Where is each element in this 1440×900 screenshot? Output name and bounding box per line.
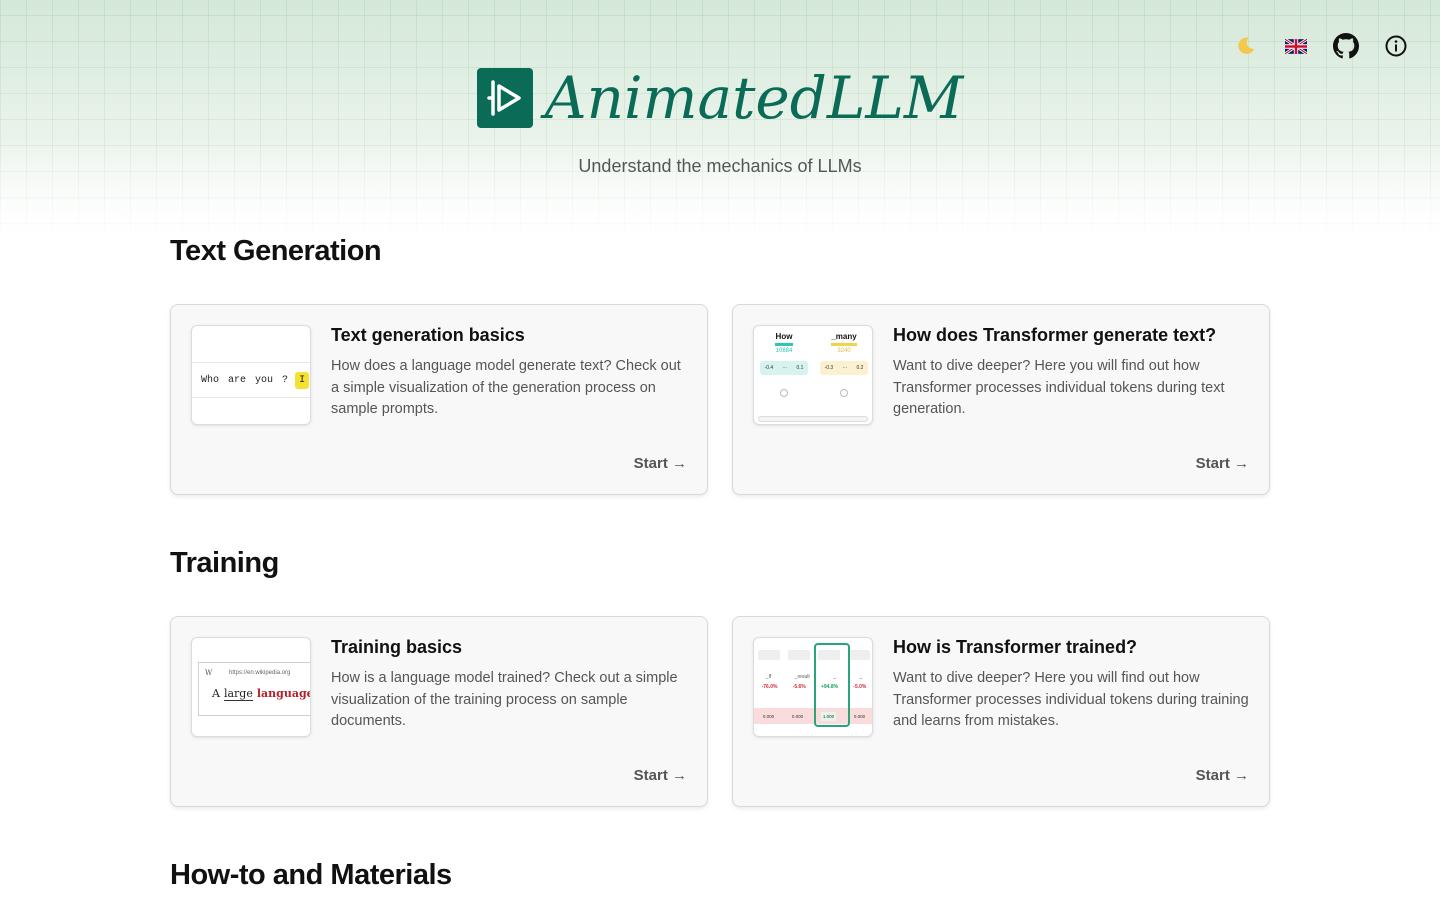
thumb-label: ··· — [842, 365, 848, 371]
thumb-token: you — [255, 375, 274, 386]
thumb-token-highlight: I — [295, 372, 310, 389]
card-transformer-generation[interactable]: How 10884 -0.4 ··· 0.1 _many 3240 -0.3 ·… — [732, 304, 1270, 495]
card-text-generation-basics[interactable]: Who are you ? I Text generation basics H… — [170, 304, 708, 495]
start-button[interactable]: Start → — [1196, 767, 1249, 784]
card-title: How is Transformer trained? — [893, 637, 1138, 657]
wikipedia-icon: W — [205, 669, 213, 677]
thumb-label: ··· — [782, 365, 788, 371]
thumb-token: _result — [794, 674, 810, 680]
thumb-label: How — [775, 332, 793, 341]
play-logo-icon — [476, 68, 533, 128]
thumb-label: -0.3 — [824, 365, 834, 371]
thumb-word: language — [256, 687, 311, 700]
thumb-token: are — [228, 375, 247, 386]
card-description: Want to dive deeper? Here you will find … — [893, 670, 1249, 729]
thumb-label: -0.4 — [764, 365, 774, 371]
thumb-url: https://en.wikipedia.org — [229, 670, 291, 676]
card-title: Training basics — [331, 637, 463, 657]
thumb-pct: -76.0% — [761, 684, 778, 690]
thumb-word: large — [223, 687, 253, 701]
thumb-label: 0.2 — [856, 365, 864, 371]
start-button[interactable]: Start → — [634, 455, 687, 472]
start-button[interactable]: Start → — [1196, 455, 1249, 472]
app-name: AnimatedLLM — [544, 64, 964, 132]
card-description: Want to dive deeper? Here you will find … — [893, 358, 1225, 417]
thumb-word: A — [212, 687, 220, 700]
thumb-label: 0.1 — [796, 365, 804, 371]
thumbnail-transformer-generation: How 10884 -0.4 ··· 0.1 _many 3240 -0.3 ·… — [753, 325, 873, 425]
tagline: Understand the mechanics of LLMs — [578, 156, 862, 176]
thumbnail-training: W https://en.wikipedia.org A large langu… — [191, 637, 311, 737]
thumb-label: 10884 — [775, 348, 793, 354]
start-button[interactable]: Start → — [634, 767, 687, 784]
thumb-token: ? — [282, 375, 289, 386]
card-transformer-training[interactable]: _If _result _ _ -76.0% -5.6% +94.8% -5.0… — [732, 616, 1270, 807]
thumbnail-transformer-training: _If _result _ _ -76.0% -5.6% +94.8% -5.0… — [753, 637, 873, 737]
thumb-pct: -5.6% — [792, 684, 806, 690]
thumb-pct: -5.0% — [853, 684, 867, 690]
moon-icon[interactable] — [1232, 30, 1260, 62]
top-actions — [1232, 30, 1410, 62]
logo[interactable]: AnimatedLLM — [0, 68, 1440, 128]
section-title-text-generation: Text Generation — [170, 235, 382, 267]
thumb-token: _ — [859, 674, 863, 680]
thumbnail-text-generation: Who are you ? I — [191, 325, 311, 425]
github-icon[interactable] — [1332, 30, 1360, 62]
card-training-basics[interactable]: W https://en.wikipedia.org A large langu… — [170, 616, 708, 807]
thumb-val: 0.000 — [791, 713, 804, 719]
card-description: How does a language model generate text?… — [331, 358, 681, 417]
thumb-token: Who — [201, 375, 220, 386]
section-title-how-to-materials: How-to and Materials — [170, 859, 452, 891]
uk-flag-icon[interactable] — [1282, 30, 1310, 62]
thumb-token: _If — [765, 674, 772, 680]
card-title: Text generation basics — [331, 325, 525, 345]
card-description: How is a language model trained? Check o… — [331, 670, 678, 729]
card-title: How does Transformer generate text? — [893, 325, 1217, 345]
thumb-val: 0.000 — [853, 713, 866, 719]
thumb-val: 0.000 — [762, 713, 775, 719]
section-title-training: Training — [170, 547, 279, 579]
thumb-label: _many — [831, 332, 857, 341]
thumb-highlight-frame — [814, 643, 850, 727]
thumb-label: 3240 — [837, 348, 851, 354]
info-icon[interactable] — [1382, 30, 1410, 62]
